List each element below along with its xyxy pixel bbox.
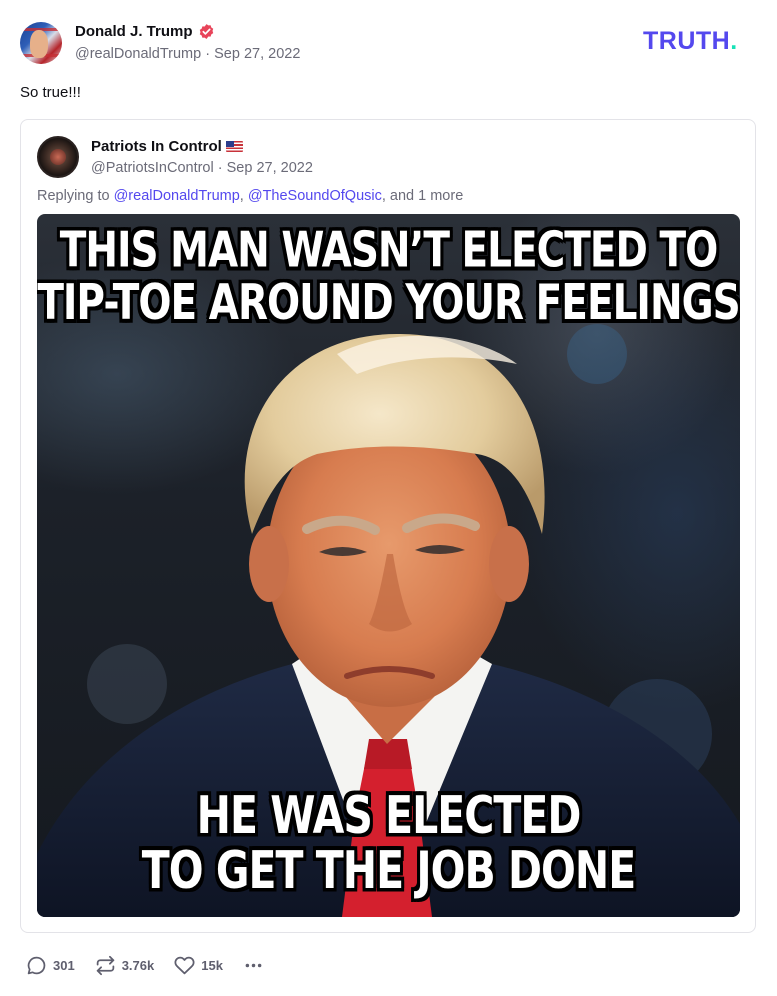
like-button[interactable]: 15k [174, 955, 223, 976]
avatar-face [30, 30, 48, 58]
quoted-handle[interactable]: @PatriotsInControl [91, 160, 214, 176]
like-count: 15k [201, 957, 223, 973]
meta-separator: · [205, 46, 211, 62]
meme-bottom-line: HE WAS ELECTED [196, 785, 582, 846]
more-dots-icon [245, 963, 262, 967]
meme-top-caption: THIS MAN WASN’T ELECTED TO TIP-TOE AROUN… [37, 225, 740, 330]
action-bar: 301 3.76k 15k [26, 953, 284, 977]
meme-top-line: TIP-TOE AROUND YOUR FEELINGS [37, 275, 740, 332]
reply-button[interactable]: 301 [26, 955, 75, 976]
mention-separator: , [239, 188, 248, 204]
heart-icon [174, 956, 195, 974]
meta-separator: · [217, 160, 223, 176]
quoted-post-card[interactable]: Patriots In Control @PatriotsInControl ·… [20, 119, 756, 933]
avatar-emblem [50, 149, 66, 165]
logo-dot: . [730, 27, 738, 55]
author-meta: @realDonaldTrump · Sep 27, 2022 [75, 46, 300, 62]
author-name[interactable]: Donald J. Trump [75, 23, 193, 40]
verified-badge-icon [199, 24, 213, 39]
mention-link[interactable]: @realDonaldTrump [114, 188, 240, 204]
reply-count: 301 [53, 957, 75, 973]
quoted-meta: @PatriotsInControl · Sep 27, 2022 [91, 160, 313, 176]
author-avatar[interactable] [20, 22, 62, 64]
post-date[interactable]: Sep 27, 2022 [214, 46, 300, 62]
quoted-author-avatar[interactable] [37, 136, 79, 178]
quoted-name-row[interactable]: Patriots In Control [91, 138, 243, 155]
replying-suffix[interactable]: , and 1 more [382, 188, 463, 204]
quoted-author-name[interactable]: Patriots In Control [91, 138, 222, 155]
meme-bottom-line: TO GET THE JOB DONE [141, 840, 636, 901]
retruth-button[interactable]: 3.76k [95, 955, 155, 976]
author-handle[interactable]: @realDonaldTrump [75, 46, 201, 62]
replying-to: Replying to @realDonaldTrump, @TheSoundO… [37, 188, 463, 204]
repost-icon [96, 955, 114, 975]
retruth-count: 3.76k [121, 957, 155, 973]
quoted-date[interactable]: Sep 27, 2022 [227, 160, 313, 176]
mention-link[interactable]: @TheSoundOfQusic [248, 188, 382, 204]
post-text: So true!!! [20, 84, 81, 101]
meme-image[interactable]: THIS MAN WASN’T ELECTED TO TIP-TOE AROUN… [37, 214, 740, 917]
us-flag-icon [225, 141, 243, 152]
replying-prefix: Replying to [37, 188, 114, 204]
meme-bottom-caption: HE WAS ELECTED TO GET THE JOB DONE [37, 788, 740, 899]
comment-icon [27, 956, 46, 974]
meme-top-line: THIS MAN WASN’T ELECTED TO [59, 222, 719, 280]
logo-text: TRUTH [643, 27, 731, 55]
truth-logo[interactable]: TRUTH. [643, 27, 738, 56]
author-name-row[interactable]: Donald J. Trump [75, 23, 215, 40]
truth-post: Donald J. Trump @realDonaldTrump · Sep 2… [0, 0, 777, 996]
more-options-button[interactable] [243, 955, 264, 976]
